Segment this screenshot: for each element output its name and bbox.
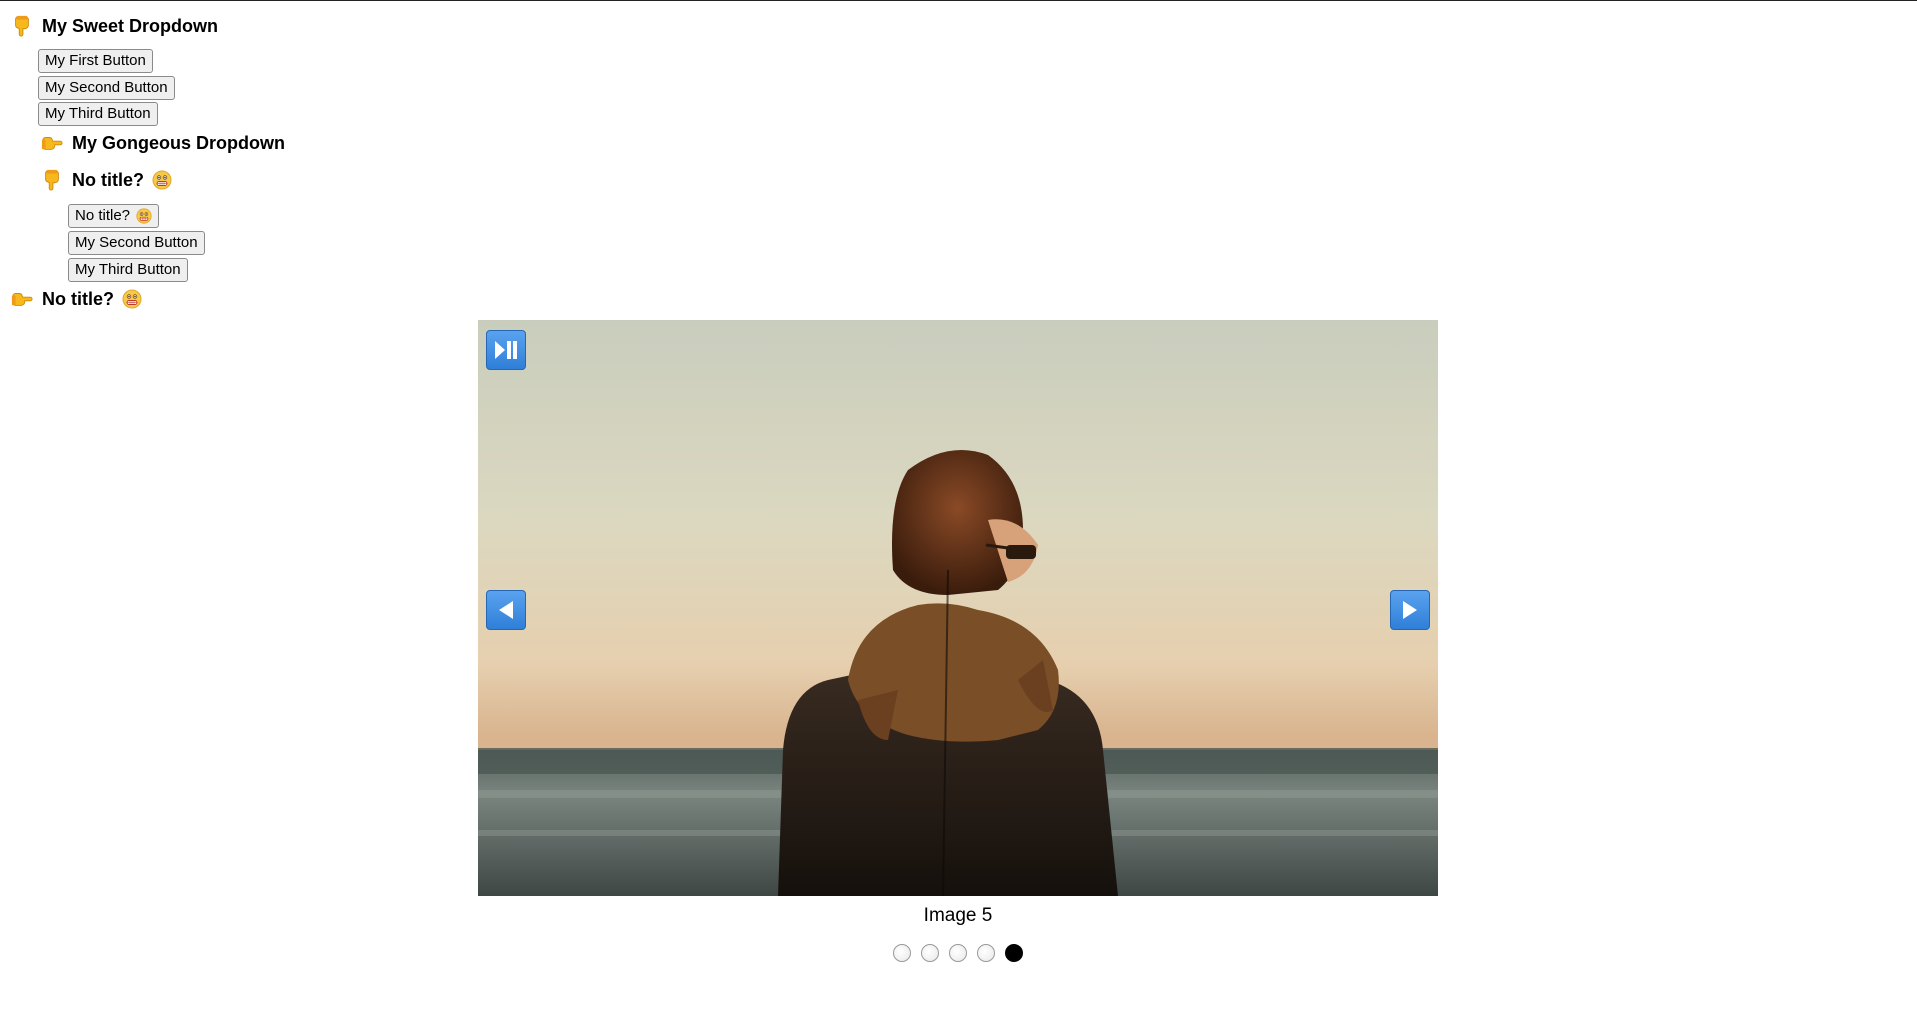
dropdown-no-title-nested-header[interactable]: No title? bbox=[40, 166, 172, 194]
slide-dot-5[interactable] bbox=[1005, 944, 1023, 962]
dropdown-title: No title? bbox=[72, 169, 144, 190]
right-arrow-icon bbox=[1403, 601, 1417, 619]
top-border bbox=[0, 0, 1917, 1]
my-third-button[interactable]: My Third Button bbox=[68, 258, 188, 282]
slide-image bbox=[478, 320, 1438, 896]
dropdown-sweet-header[interactable]: My Sweet Dropdown bbox=[10, 12, 218, 40]
slide-dot-1[interactable] bbox=[893, 944, 911, 962]
button-label: No title? bbox=[75, 207, 131, 224]
grimacing-face-icon bbox=[122, 289, 142, 309]
grimacing-face-icon bbox=[136, 208, 152, 224]
slide-dot-3[interactable] bbox=[949, 944, 967, 962]
slide-caption: Image 5 bbox=[923, 905, 993, 926]
no-title-button[interactable]: No title? bbox=[68, 204, 160, 228]
grimacing-face-icon bbox=[152, 170, 172, 190]
dropdown-gorgeous-header[interactable]: My Gongeous Dropdown bbox=[40, 129, 285, 157]
slide-indicators bbox=[478, 944, 1438, 962]
pointing-down-hand-icon bbox=[10, 14, 34, 38]
left-arrow-icon bbox=[499, 601, 513, 619]
pointing-down-hand-icon bbox=[40, 168, 64, 192]
dropdown-no-title-bottom-header[interactable]: No title? bbox=[10, 285, 142, 313]
pointing-right-hand-icon bbox=[40, 131, 64, 155]
dropdown-title: My Sweet Dropdown bbox=[42, 15, 219, 36]
pointing-right-hand-icon bbox=[10, 287, 34, 311]
dropdown-title: No title? bbox=[42, 288, 114, 309]
my-third-button[interactable]: My Third Button bbox=[38, 102, 158, 126]
dropdown-title: My Gongeous Dropdown bbox=[72, 132, 285, 153]
play-pause-button[interactable] bbox=[486, 330, 526, 370]
slide-dot-4[interactable] bbox=[977, 944, 995, 962]
next-slide-button[interactable] bbox=[1390, 590, 1430, 630]
my-second-button[interactable]: My Second Button bbox=[68, 231, 205, 255]
image-slider bbox=[478, 320, 1438, 896]
prev-slide-button[interactable] bbox=[486, 590, 526, 630]
my-first-button[interactable]: My First Button bbox=[38, 49, 153, 73]
play-pause-icon bbox=[495, 341, 517, 359]
slide-dot-2[interactable] bbox=[921, 944, 939, 962]
my-second-button[interactable]: My Second Button bbox=[38, 76, 175, 100]
